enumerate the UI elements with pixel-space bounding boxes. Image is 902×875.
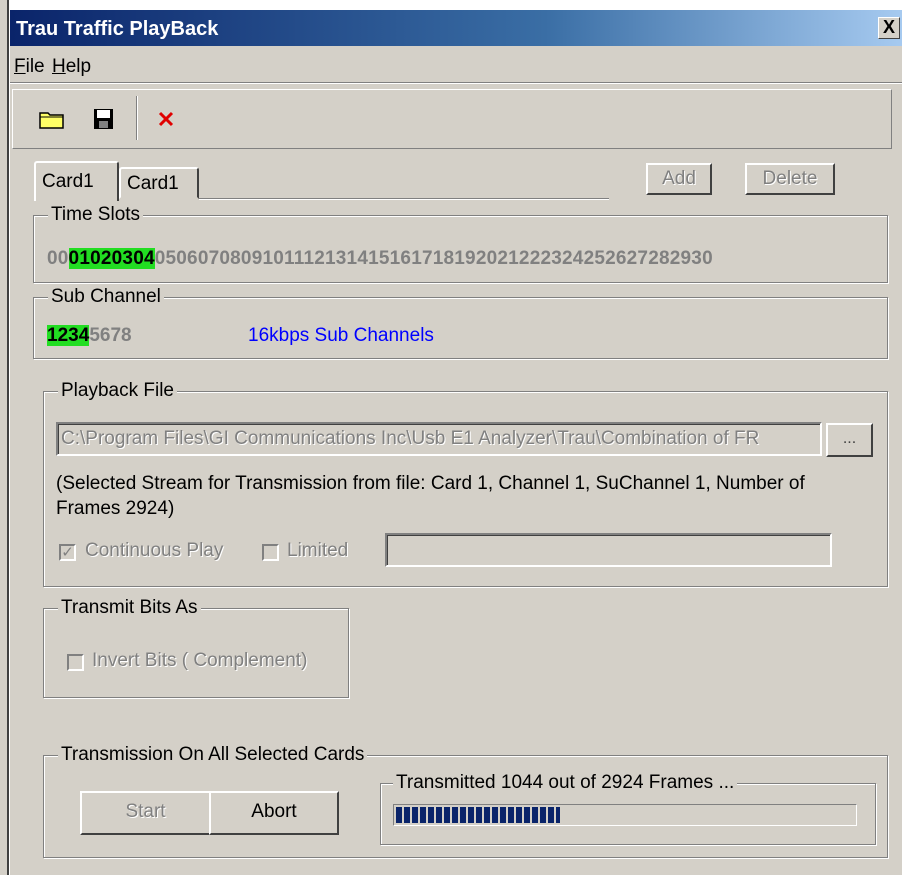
- sub-channel-3[interactable]: 3: [68, 325, 79, 346]
- window-title: Trau Traffic PlayBack: [16, 18, 219, 40]
- add-button[interactable]: Add: [646, 163, 712, 195]
- time-slot-16[interactable]: 16: [390, 248, 412, 269]
- transmission-label: Transmission On All Selected Cards: [58, 744, 368, 766]
- time-slot-04[interactable]: 04: [133, 248, 155, 269]
- time-slot-03[interactable]: 03: [111, 248, 134, 269]
- time-slot-10[interactable]: 10: [262, 248, 284, 269]
- invert-bits-label: Invert Bits ( Complement): [92, 650, 308, 671]
- time-slot-11[interactable]: 11: [284, 248, 303, 269]
- sub-channel-group: Sub Channel 12345678 16kbps Sub Channels: [33, 286, 888, 359]
- delete-button[interactable]: Delete: [745, 163, 835, 195]
- time-slot-list: 0001020304050607080910111213141516171819…: [47, 248, 713, 270]
- time-slot-08[interactable]: 08: [219, 248, 241, 269]
- time-slot-17[interactable]: 17: [411, 248, 433, 269]
- time-slot-01[interactable]: 01: [68, 248, 91, 269]
- transmission-progress-bar: [393, 804, 857, 826]
- toolbar: [12, 89, 892, 149]
- menu-help[interactable]: Help: [52, 56, 91, 78]
- sub-channel-1[interactable]: 1: [47, 325, 58, 346]
- window-left-edge: [0, 0, 9, 875]
- abort-button-label: Abort: [251, 801, 297, 822]
- time-slot-29[interactable]: 29: [670, 248, 692, 269]
- menu-separator: [10, 82, 902, 84]
- close-icon: X: [882, 17, 895, 37]
- playback-file-label: Playback File: [58, 380, 177, 402]
- progress-fill: [396, 807, 560, 823]
- tab-card1-second[interactable]: Card1: [119, 167, 199, 199]
- transmit-bits-group: Transmit Bits As Invert Bits ( Complemen…: [43, 597, 349, 698]
- time-slot-14[interactable]: 14: [347, 248, 369, 269]
- time-slot-26[interactable]: 26: [605, 248, 627, 269]
- progress-group: Transmitted 1044 out of 2924 Frames ...: [380, 772, 876, 845]
- sub-channel-4[interactable]: 4: [78, 325, 90, 346]
- tab-label: Card1: [42, 171, 94, 192]
- time-slot-28[interactable]: 28: [648, 248, 670, 269]
- time-slot-05[interactable]: 05: [155, 248, 177, 269]
- time-slot-19[interactable]: 19: [454, 248, 476, 269]
- time-slot-25[interactable]: 25: [584, 248, 606, 269]
- transmit-bits-label: Transmit Bits As: [58, 597, 201, 619]
- time-slot-07[interactable]: 07: [198, 248, 220, 269]
- playback-file-path-text: C:\Program Files\GI Communications Inc\U…: [61, 428, 760, 449]
- trau-playback-window: Trau Traffic PlayBack X File Help Card1 …: [10, 10, 902, 875]
- sub-channel-label: Sub Channel: [48, 286, 164, 308]
- stream-info-text: (Selected Stream for Transmission from f…: [56, 473, 805, 519]
- title-bar[interactable]: Trau Traffic PlayBack X: [10, 10, 902, 46]
- limited-checkbox[interactable]: [262, 544, 279, 561]
- invert-bits-checkbox[interactable]: [67, 654, 84, 671]
- time-slot-21[interactable]: 21: [497, 248, 519, 269]
- tab-card1-selected[interactable]: Card1: [34, 161, 119, 201]
- menu-accelerator: F: [14, 56, 26, 77]
- time-slot-12[interactable]: 12: [303, 248, 325, 269]
- delete-button-label: Delete: [762, 168, 818, 189]
- time-slot-02[interactable]: 02: [90, 248, 112, 269]
- tab-strip-line: [199, 198, 609, 200]
- time-slots-label: Time Slots: [48, 204, 144, 226]
- menu-accelerator: H: [52, 56, 66, 77]
- transmission-status: Transmitted 1044 out of 2924 Frames ...: [393, 772, 738, 794]
- time-slot-30[interactable]: 30: [691, 248, 713, 269]
- toolbar-separator: [136, 96, 138, 140]
- delete-x-icon[interactable]: [153, 107, 179, 131]
- continuous-play-checkbox[interactable]: ✓: [59, 544, 76, 561]
- tab-label: Card1: [127, 173, 179, 194]
- limited-value-field[interactable]: [385, 533, 832, 567]
- time-slot-24[interactable]: 24: [562, 248, 584, 269]
- sub-channel-rate: 16kbps Sub Channels: [248, 325, 434, 346]
- time-slot-06[interactable]: 06: [176, 248, 198, 269]
- time-slot-15[interactable]: 15: [368, 248, 390, 269]
- playback-file-path[interactable]: C:\Program Files\GI Communications Inc\U…: [56, 422, 822, 456]
- sub-channel-list: 12345678: [47, 325, 132, 347]
- time-slot-00[interactable]: 00: [47, 248, 69, 269]
- sub-channel-2[interactable]: 2: [57, 325, 69, 346]
- time-slot-22[interactable]: 22: [519, 248, 541, 269]
- open-folder-icon[interactable]: [39, 107, 65, 131]
- limited-label: Limited: [287, 540, 349, 561]
- start-button-label: Start: [125, 801, 166, 822]
- continuous-play-label: Continuous Play: [85, 540, 224, 561]
- sub-channel-5[interactable]: 5: [89, 325, 100, 346]
- menu-label-rest: ile: [25, 56, 45, 77]
- browse-button[interactable]: ...: [826, 423, 873, 457]
- time-slot-09[interactable]: 09: [241, 248, 263, 269]
- menu-file[interactable]: File: [14, 56, 45, 78]
- abort-button[interactable]: Abort: [209, 791, 339, 835]
- transmission-group: Transmission On All Selected Cards Start…: [43, 744, 888, 858]
- close-button[interactable]: X: [878, 17, 900, 39]
- playback-file-group: Playback File C:\Program Files\GI Commun…: [43, 380, 888, 587]
- save-disk-icon[interactable]: [91, 107, 117, 131]
- time-slot-20[interactable]: 20: [476, 248, 498, 269]
- time-slot-23[interactable]: 23: [540, 248, 562, 269]
- sub-channel-8[interactable]: 8: [121, 325, 132, 346]
- time-slot-18[interactable]: 18: [433, 248, 455, 269]
- add-button-label: Add: [662, 168, 696, 189]
- menu-label-rest: elp: [65, 56, 92, 77]
- browse-button-label: ...: [842, 430, 857, 447]
- time-slot-13[interactable]: 13: [325, 248, 347, 269]
- sub-channel-6[interactable]: 6: [100, 325, 111, 346]
- start-button[interactable]: Start: [80, 791, 211, 835]
- sub-channel-7[interactable]: 7: [110, 325, 121, 346]
- time-slot-27[interactable]: 27: [627, 248, 649, 269]
- time-slots-group: Time Slots 00010203040506070809101112131…: [33, 204, 888, 283]
